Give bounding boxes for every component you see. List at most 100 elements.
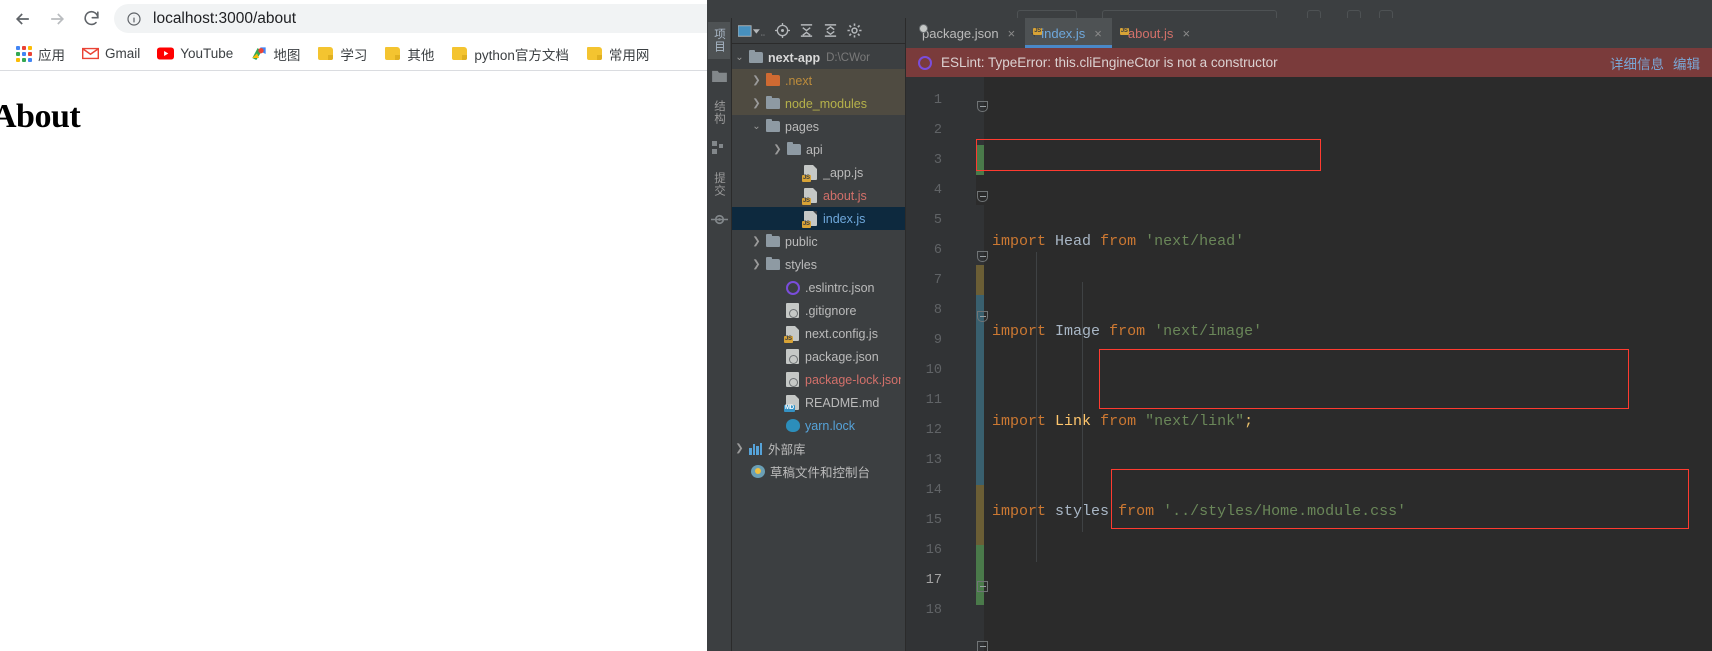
eslint-icon [918, 55, 932, 70]
chevron-right-icon[interactable]: ❯ [749, 236, 764, 247]
line-number: 10 [925, 363, 942, 378]
settings-gear-icon[interactable] [847, 23, 862, 38]
code-content[interactable]: import Head from 'next/head' import Imag… [976, 77, 1712, 651]
tree-item-label: next.config.js [805, 326, 878, 341]
back-arrow-icon[interactable] [6, 4, 40, 34]
line-number: 16 [925, 543, 942, 558]
ide-window: 项目 结构 提交 .. ⌄ next-app D:\CWor ❯ .next ❯… [707, 0, 1712, 651]
bookmark-label: YouTube [180, 46, 234, 61]
js-file-icon: JS [802, 188, 819, 205]
reload-icon[interactable] [74, 4, 108, 34]
tree-row[interactable]: ❯ node_modules [732, 92, 905, 115]
tree-row[interactable]: ❯ public [732, 230, 905, 253]
close-icon[interactable]: × [1008, 26, 1016, 41]
bookmark-maps[interactable]: 地图 [243, 42, 307, 66]
folder-icon [384, 45, 401, 62]
bookmark-folder-common-sites[interactable]: 常用网 [579, 42, 657, 66]
library-icon [747, 442, 764, 455]
tree-row[interactable]: 草稿文件和控制台 [732, 460, 905, 483]
tree-row[interactable]: ⌄ next-app D:\CWor [732, 46, 905, 69]
close-icon[interactable]: × [1094, 26, 1102, 41]
eslint-error-message: ESLint: TypeError: this.cliEngineCtor is… [941, 55, 1278, 70]
tree-row[interactable]: MD README.md [732, 391, 905, 414]
chevron-right-icon[interactable]: ❯ [749, 98, 764, 109]
tree-row[interactable]: .gitignore [732, 299, 905, 322]
bookmark-folder-study[interactable]: 学习 [310, 42, 374, 66]
tree-row[interactable]: ❯ .next [732, 69, 905, 92]
tree-item-label: pages [785, 119, 820, 134]
vcs-change-marker[interactable] [976, 265, 984, 295]
vcs-change-marker[interactable] [976, 145, 984, 175]
tree-row[interactable]: JS _app.js [732, 161, 905, 184]
tree-row[interactable]: ❯ styles [732, 253, 905, 276]
line-number: 3 [933, 153, 942, 168]
vcs-change-marker[interactable] [976, 485, 984, 545]
chevron-right-icon[interactable]: ❯ [749, 259, 764, 270]
folder-icon[interactable] [711, 69, 727, 87]
chevron-down-icon[interactable]: ⌄ [732, 52, 747, 63]
tree-row[interactable]: ❯ 外部库 [732, 437, 905, 460]
tree-item-label: api [806, 142, 823, 157]
code-line-2: import Image from 'next/image' [992, 323, 1263, 340]
vcs-change-marker[interactable] [976, 295, 984, 485]
code-line-4: import styles from '../styles/Home.modul… [992, 503, 1407, 520]
project-scope-selector-icon[interactable]: .. [738, 24, 766, 38]
tree-row[interactable]: package.json [732, 345, 905, 368]
tree-item-label: README.md [805, 395, 880, 410]
tool-window-structure[interactable]: 结构 [708, 94, 730, 131]
collapse-all-icon[interactable] [799, 23, 814, 38]
bookmark-apps[interactable]: 应用 [8, 42, 72, 66]
tree-row[interactable]: package-lock.json [732, 368, 905, 391]
bookmark-folder-other[interactable]: 其他 [377, 42, 441, 66]
line-number: 15 [925, 513, 942, 528]
chevron-right-icon[interactable]: ❯ [732, 443, 747, 454]
vcs-change-marker[interactable] [976, 545, 984, 605]
tab-index-js[interactable]: JS index.js × [1025, 18, 1112, 48]
folder-icon [586, 45, 603, 62]
tree-row[interactable]: yarn.lock [732, 414, 905, 437]
info-circle-icon[interactable] [126, 10, 144, 28]
tree-row[interactable]: ⌄ pages [732, 115, 905, 138]
tree-row[interactable]: JS next.config.js [732, 322, 905, 345]
page-title: About [0, 98, 81, 135]
tool-window-commit[interactable]: 提交 [708, 166, 730, 203]
bookmark-folder-python-docs[interactable]: python官方文档 [444, 42, 576, 66]
code-editor[interactable]: 1 2 3 4 5 6 7 8 9 10 11 12 13 14 15 16 1… [906, 77, 1712, 651]
tree-item-label: package.json [805, 349, 879, 364]
eslint-error-banner: ESLint: TypeError: this.cliEngineCtor is… [906, 48, 1712, 77]
close-icon[interactable]: × [1182, 26, 1190, 41]
tree-row[interactable]: JS index.js [732, 207, 905, 230]
eslint-details-link[interactable]: 详细信息 [1610, 53, 1664, 73]
bookmark-label: 常用网 [608, 47, 650, 63]
tree-item-label: styles [785, 257, 817, 272]
tree-item-label: .gitignore [805, 303, 857, 318]
highlight-box-a-tag [1099, 349, 1629, 409]
tree-row[interactable]: JS about.js [732, 184, 905, 207]
chevron-right-icon[interactable]: ❯ [770, 144, 785, 155]
chevron-right-icon[interactable]: ❯ [749, 75, 764, 86]
line-number: 18 [925, 603, 942, 618]
md-file-icon: MD [784, 395, 801, 412]
editor-gutter[interactable]: 1 2 3 4 5 6 7 8 9 10 11 12 13 14 15 16 1… [906, 77, 988, 651]
folder-icon [764, 233, 781, 247]
bookmark-youtube[interactable]: YouTube [150, 43, 240, 64]
line-number: 9 [933, 333, 942, 348]
tab-about-js[interactable]: JS about.js × [1112, 18, 1200, 48]
folder-icon [317, 45, 334, 62]
locate-icon[interactable] [775, 23, 790, 38]
structure-icon[interactable] [712, 141, 726, 159]
tree-row[interactable]: ❯ api [732, 138, 905, 161]
tab-package-json[interactable]: package.json × [906, 18, 1025, 48]
expand-all-icon[interactable] [823, 23, 838, 38]
line-number: 8 [933, 303, 942, 318]
ide-tool-window-strip: 项目 结构 提交 [707, 18, 732, 651]
eslint-edit-link[interactable]: 编辑 [1673, 53, 1700, 73]
bookmark-gmail[interactable]: Gmail [75, 43, 147, 64]
commit-icon[interactable] [710, 213, 728, 231]
line-number: 1 [933, 93, 942, 108]
tree-row[interactable]: .eslintrc.json [732, 276, 905, 299]
tool-window-project[interactable]: 项目 [708, 22, 730, 59]
chevron-down-icon[interactable]: ⌄ [749, 121, 764, 132]
forward-arrow-icon[interactable] [40, 4, 74, 34]
gitignore-file-icon [784, 303, 801, 318]
